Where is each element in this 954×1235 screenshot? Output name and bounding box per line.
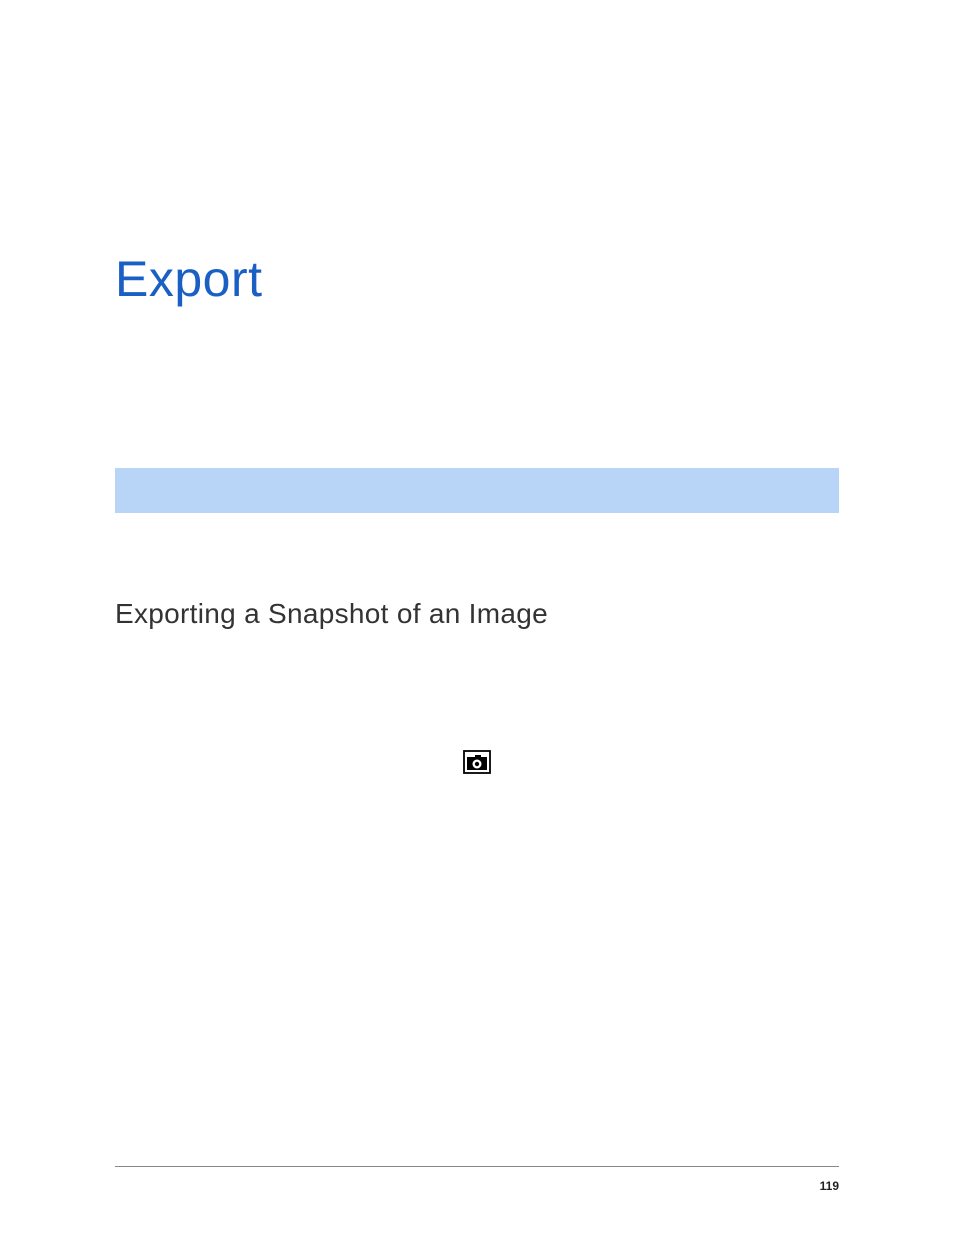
- decorative-bar: [115, 468, 839, 513]
- snapshot-icon: [463, 750, 491, 774]
- footer-divider: [115, 1166, 839, 1167]
- section-heading: Exporting a Snapshot of an Image: [115, 598, 839, 630]
- icon-row: [115, 750, 839, 774]
- page-content: Export Exporting a Snapshot of an Image: [0, 0, 954, 774]
- chapter-title: Export: [115, 250, 839, 308]
- page-number: 119: [820, 1179, 839, 1193]
